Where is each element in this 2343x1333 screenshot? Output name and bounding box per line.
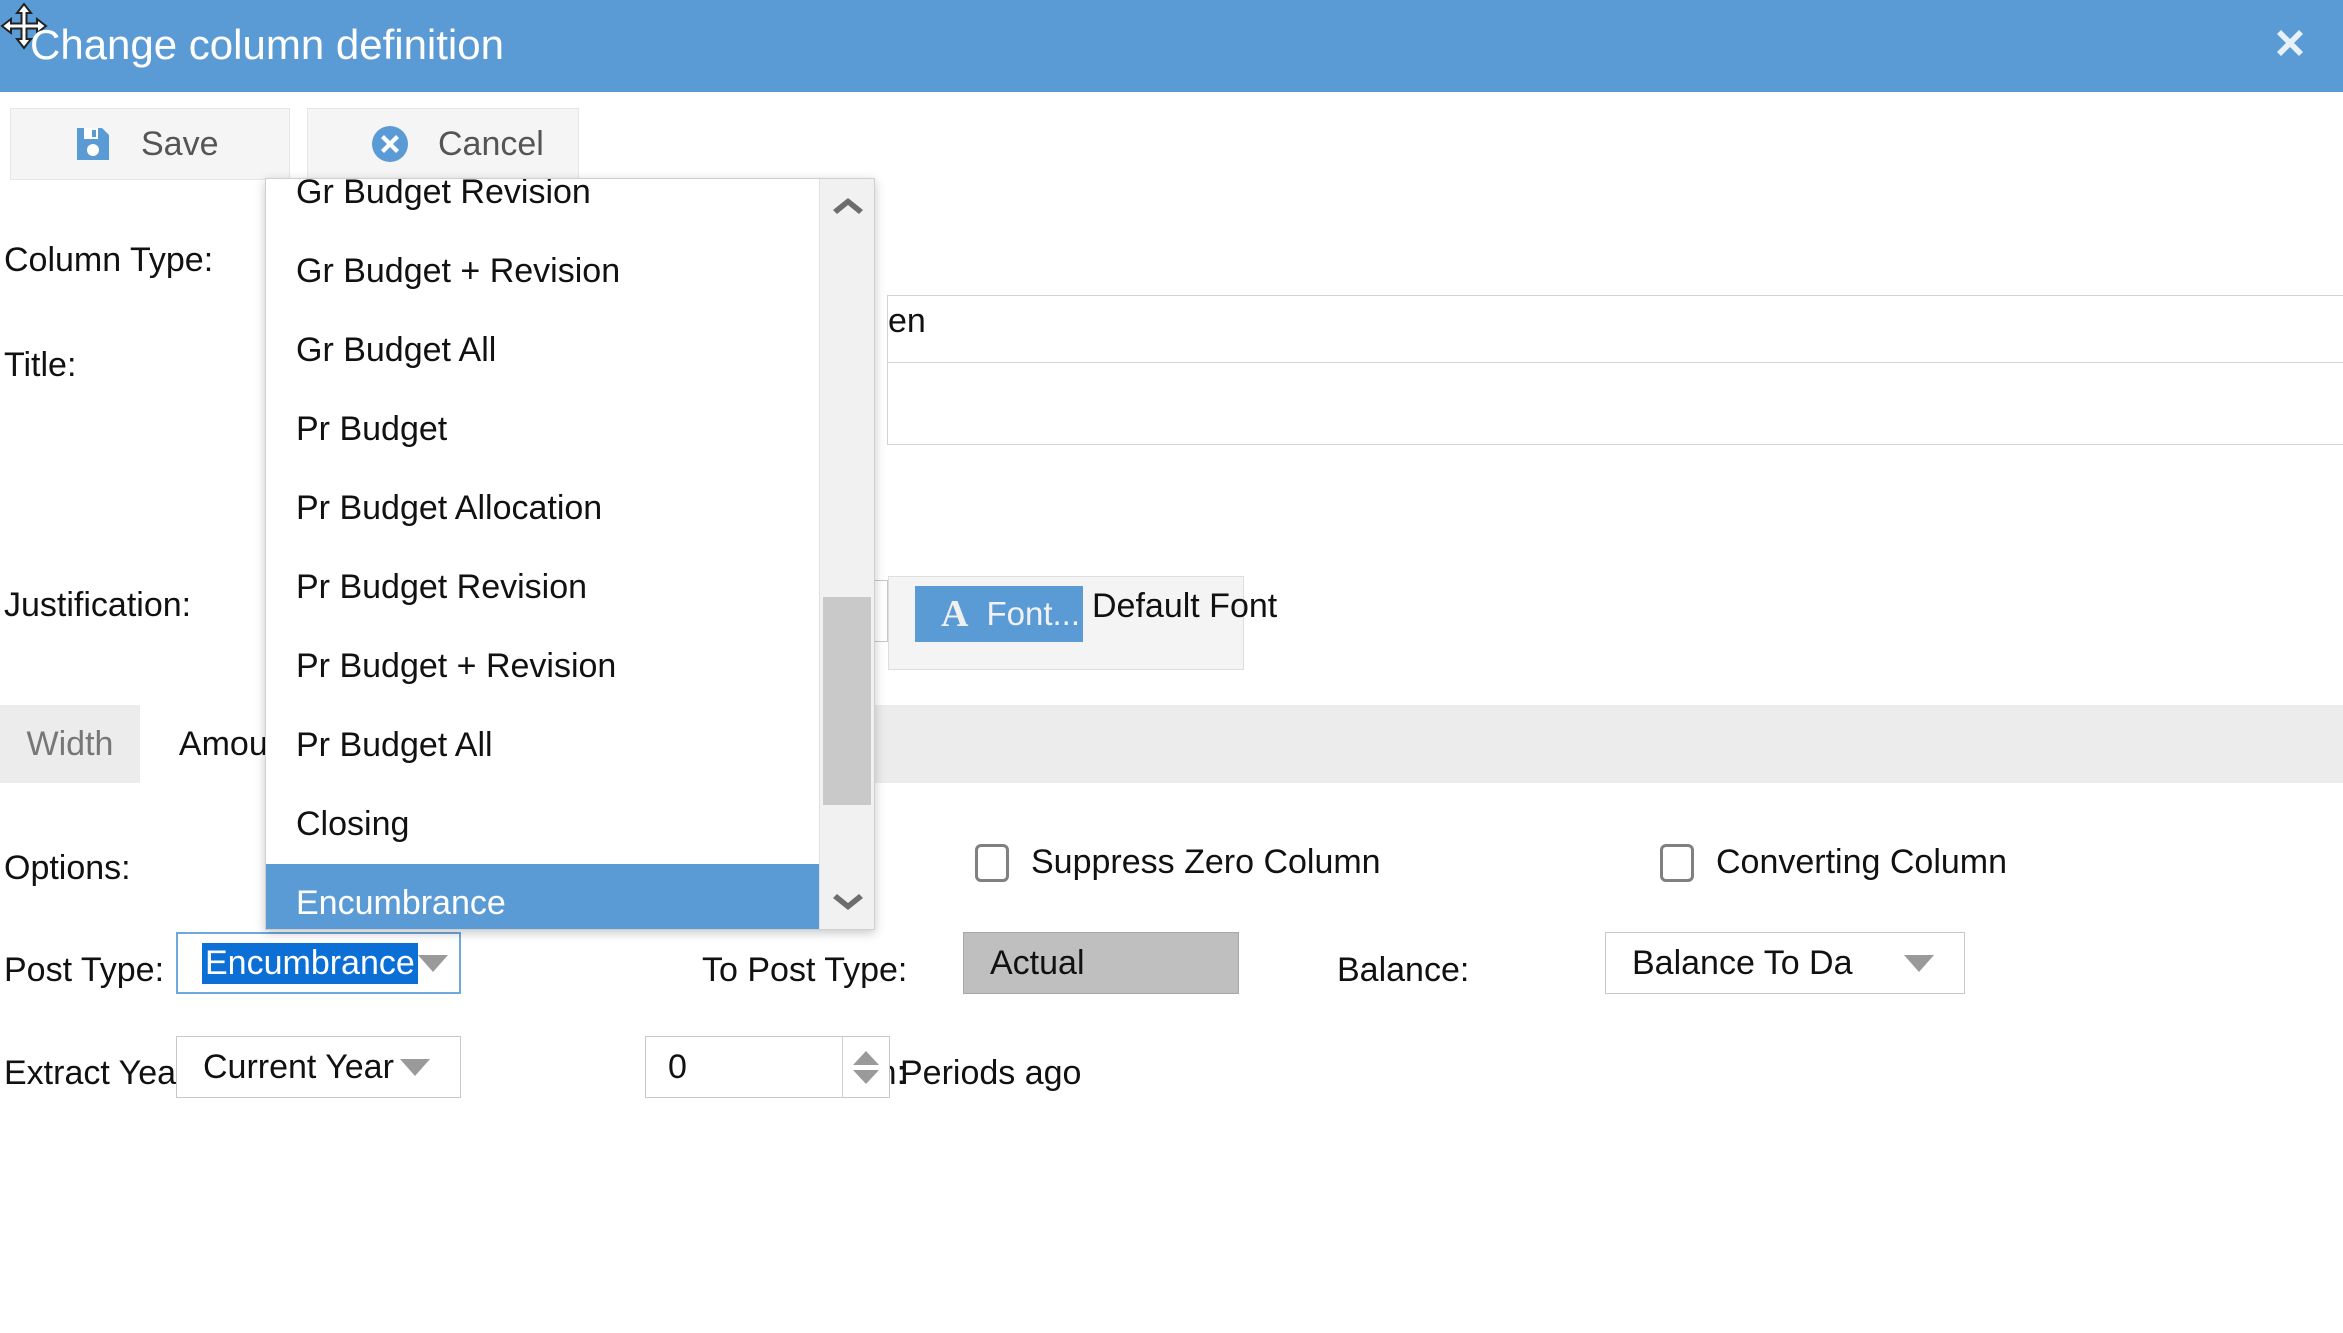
font-button-label: Font... bbox=[986, 595, 1080, 633]
cancel-circle-x-icon bbox=[370, 124, 410, 164]
suppress-zero-column-checkbox[interactable] bbox=[975, 844, 1009, 882]
converting-column-checkbox[interactable] bbox=[1660, 844, 1694, 882]
title-input[interactable]: en bbox=[887, 295, 2343, 445]
dropdown-item[interactable]: Pr Budget Allocation bbox=[266, 469, 819, 548]
scrollbar-thumb[interactable] bbox=[823, 597, 871, 805]
post-type-combobox[interactable]: Encumbrance bbox=[176, 932, 461, 994]
column-type-dropdown-popup[interactable]: Gr Budget Revision Gr Budget + Revision … bbox=[265, 178, 875, 930]
extract-from-spinner[interactable] bbox=[842, 1037, 889, 1097]
to-post-type-value: Actual bbox=[990, 944, 1085, 983]
spinner-up-icon[interactable] bbox=[853, 1051, 879, 1065]
dropdown-option-list: Gr Budget Revision Gr Budget + Revision … bbox=[266, 179, 819, 929]
chevron-up-icon[interactable] bbox=[820, 179, 875, 231]
font-button[interactable]: A Font... bbox=[915, 586, 1083, 642]
dropdown-item-label: Pr Budget + Revision bbox=[296, 647, 616, 686]
window-titlebar: Change column definition bbox=[0, 0, 2343, 92]
dropdown-item-label: Gr Budget + Revision bbox=[296, 252, 620, 291]
dropdown-item-label: Gr Budget All bbox=[296, 331, 496, 370]
close-icon bbox=[2270, 23, 2310, 63]
column-type-label: Column Type: bbox=[4, 240, 213, 280]
extract-from-value: 0 bbox=[668, 1048, 842, 1087]
dialog-toolbar: Save Cancel bbox=[0, 92, 2343, 164]
post-type-label: Post Type: bbox=[4, 950, 164, 990]
converting-column-checkbox-row[interactable]: Converting Column bbox=[1660, 843, 2007, 882]
dropdown-item-label: Pr Budget Allocation bbox=[296, 489, 602, 528]
dropdown-scrollbar[interactable] bbox=[819, 179, 874, 929]
dropdown-item-selected[interactable]: Encumbrance bbox=[266, 864, 819, 930]
justification-label: Justification: bbox=[4, 585, 191, 625]
title-label: Title: bbox=[4, 345, 76, 385]
save-disk-icon bbox=[73, 124, 113, 164]
window-title: Change column definition bbox=[30, 14, 504, 76]
balance-combobox[interactable]: Balance To Da bbox=[1605, 932, 1965, 994]
dropdown-item[interactable]: Pr Budget bbox=[266, 390, 819, 469]
chevron-down-icon bbox=[1904, 955, 1934, 972]
chevron-down-icon bbox=[400, 1059, 430, 1076]
dropdown-item[interactable]: Pr Budget Revision bbox=[266, 548, 819, 627]
suppress-zero-column-checkbox-row[interactable]: Suppress Zero Column bbox=[975, 843, 1381, 882]
dropdown-item-label: Pr Budget bbox=[296, 410, 447, 449]
save-button-label: Save bbox=[141, 125, 219, 164]
dropdown-item-label: Encumbrance bbox=[296, 884, 506, 923]
cancel-button[interactable]: Cancel bbox=[307, 108, 579, 180]
periods-ago-label: Periods ago bbox=[900, 1053, 1081, 1093]
suppress-zero-column-label: Suppress Zero Column bbox=[1031, 843, 1381, 882]
dropdown-item-label: Closing bbox=[296, 805, 409, 844]
dropdown-item[interactable]: Closing bbox=[266, 785, 819, 864]
chevron-down-icon[interactable] bbox=[820, 877, 875, 929]
extract-year-value: Current Year bbox=[203, 1048, 400, 1087]
balance-label: Balance: bbox=[1337, 950, 1469, 990]
cancel-button-label: Cancel bbox=[438, 125, 544, 164]
dropdown-item[interactable]: Gr Budget Revision bbox=[266, 178, 819, 232]
dropdown-item[interactable]: Gr Budget All bbox=[266, 311, 819, 390]
extract-year-combobox[interactable]: Current Year bbox=[176, 1036, 461, 1098]
to-post-type-field: Actual bbox=[963, 932, 1239, 994]
spinner-down-icon[interactable] bbox=[853, 1070, 879, 1084]
extract-from-stepper[interactable]: 0 bbox=[645, 1036, 890, 1098]
tab-width[interactable]: Width bbox=[0, 705, 140, 783]
title-input-value: en bbox=[888, 302, 926, 341]
dropdown-item-label: Pr Budget All bbox=[296, 726, 493, 765]
options-label: Options: bbox=[4, 848, 131, 888]
save-button[interactable]: Save bbox=[10, 108, 290, 180]
dropdown-item[interactable]: Pr Budget + Revision bbox=[266, 627, 819, 706]
balance-value: Balance To Da bbox=[1632, 944, 1904, 983]
chevron-down-icon bbox=[418, 955, 448, 972]
close-window-button[interactable] bbox=[2255, 12, 2325, 74]
extract-year-label: Extract Year: bbox=[4, 1053, 197, 1093]
font-a-icon: A bbox=[941, 592, 968, 636]
to-post-type-label: To Post Type: bbox=[702, 950, 907, 990]
font-name-label: Default Font bbox=[1092, 587, 1277, 626]
dropdown-item[interactable]: Gr Budget + Revision bbox=[266, 232, 819, 311]
dropdown-item-label: Gr Budget Revision bbox=[296, 178, 591, 212]
converting-column-label: Converting Column bbox=[1716, 843, 2007, 882]
dropdown-item[interactable]: Pr Budget All bbox=[266, 706, 819, 785]
dropdown-item-label: Pr Budget Revision bbox=[296, 568, 587, 607]
title-input-divider bbox=[888, 362, 2343, 363]
post-type-value: Encumbrance bbox=[202, 943, 418, 984]
